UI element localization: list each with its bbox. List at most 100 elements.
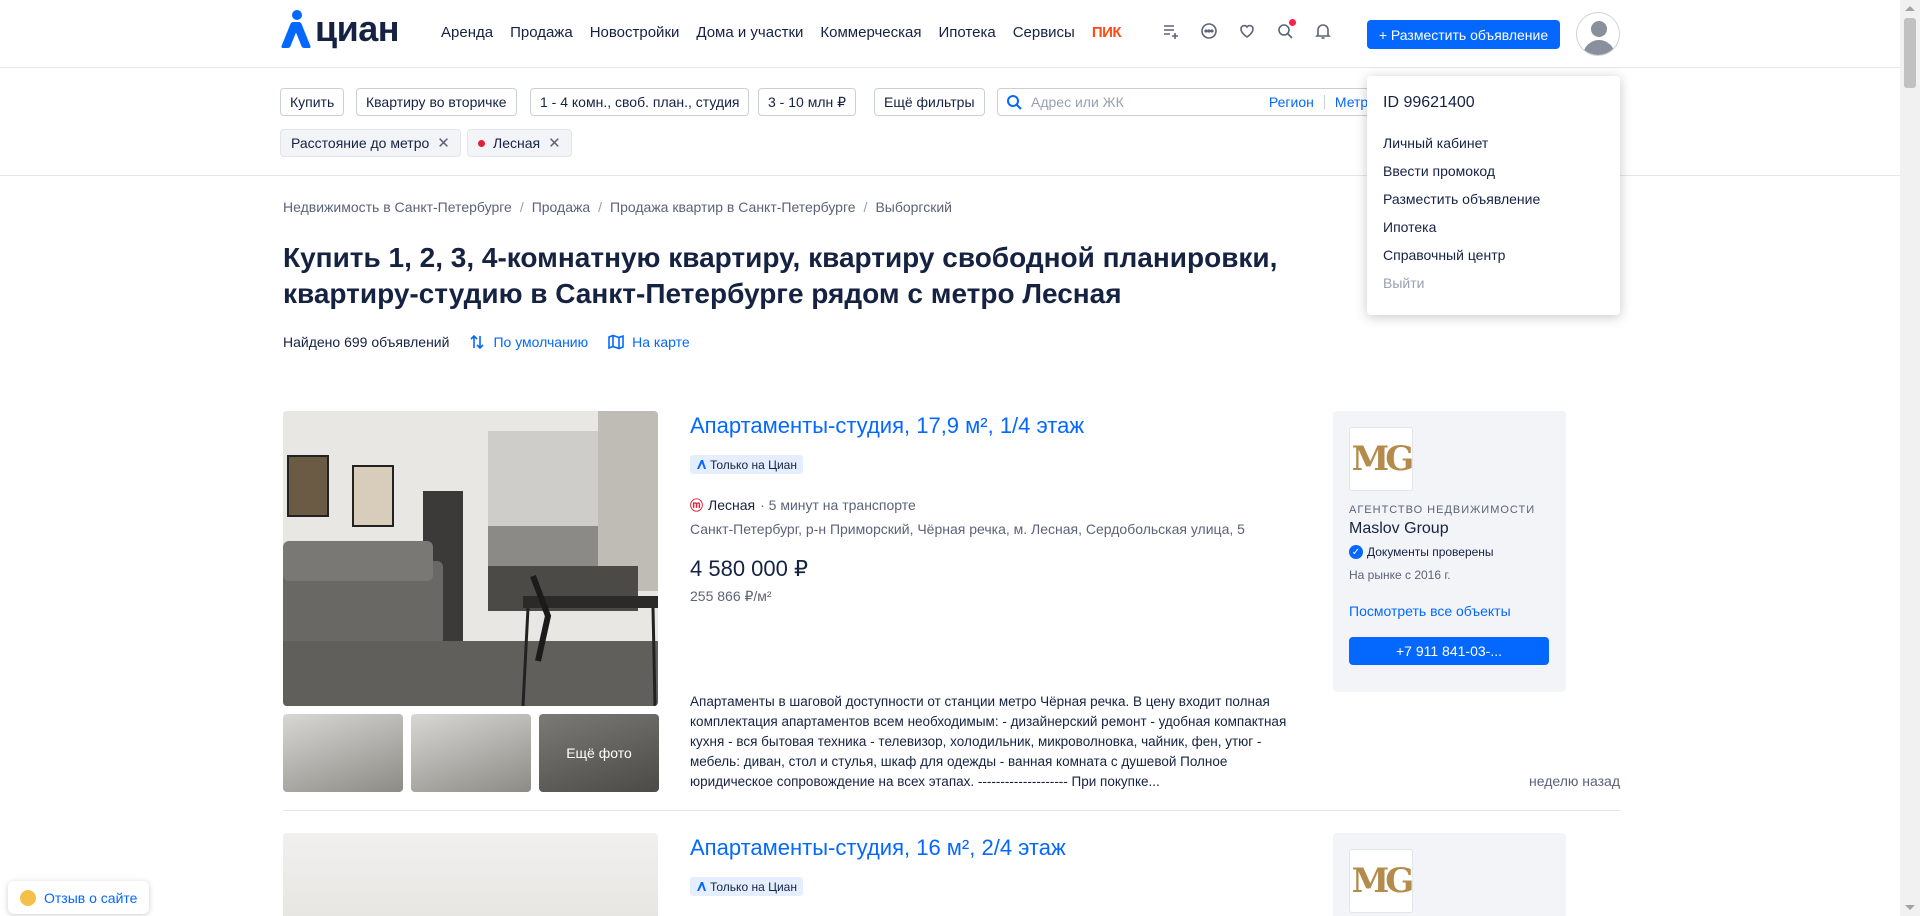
map-label: На карте	[632, 334, 690, 350]
listing-main-photo[interactable]	[283, 411, 658, 706]
metro-station[interactable]: Лесная	[708, 497, 755, 513]
listing-card[interactable]: Апартаменты-студия, 16 м², 2/4 этаж Толь…	[283, 833, 1620, 916]
agency-card: MG	[1333, 833, 1566, 916]
view-all-objects-link[interactable]: Посмотреть все объекты	[1349, 603, 1511, 619]
map-icon	[608, 334, 624, 350]
agency-logo[interactable]: MG	[1349, 849, 1414, 913]
breadcrumb-item[interactable]: Продажа квартир в Санкт-Петербурге	[610, 199, 856, 215]
close-icon[interactable]: ✕	[437, 134, 450, 152]
menu-item-help[interactable]: Справочный центр	[1383, 241, 1604, 269]
search-icon	[1007, 95, 1022, 110]
scroll-thumb[interactable]	[1904, 18, 1916, 88]
price-per-meter: 255 866 ₽/м²	[690, 588, 772, 604]
tag-label: Расстояние до метро	[291, 135, 430, 151]
saved-search-icon[interactable]	[1274, 19, 1296, 42]
photo-thumbnail[interactable]	[283, 714, 403, 792]
menu-item-logout[interactable]: Выйти	[1383, 269, 1604, 297]
filter-tag-metro-station: Лесная ✕	[467, 129, 572, 157]
breadcrumb-item[interactable]: Выборгский	[875, 199, 952, 215]
cian-logo[interactable]: циан	[280, 8, 400, 50]
nav-item-services[interactable]: Сервисы	[1013, 24, 1075, 41]
listing-main-photo[interactable]	[283, 833, 658, 916]
exclusive-badge: Только на Циан	[690, 877, 803, 896]
agency-card: MG АГЕНТСТВО НЕДВИЖИМОСТИ Maslov Group ✓…	[1333, 411, 1566, 692]
post-ad-button[interactable]: + Разместить объявление	[1367, 20, 1560, 49]
main-nav: Аренда Продажа Новостройки Дома и участк…	[441, 24, 1122, 41]
cian-logo-icon	[280, 10, 312, 48]
agency-since: На рынке с 2016 г.	[1349, 568, 1451, 582]
filter-price[interactable]: 3 - 10 млн ₽	[758, 88, 857, 116]
menu-item-promo[interactable]: Ввести промокод	[1383, 157, 1604, 185]
smile-icon	[20, 889, 36, 906]
filter-deal-type[interactable]: Купить	[280, 88, 345, 116]
listing-card[interactable]: Ещё фото Апартаменты-студия, 17,9 м², 1/…	[283, 411, 1620, 811]
breadcrumb-item[interactable]: Недвижимость в Санкт-Петербурге	[283, 199, 512, 215]
header-icons	[1160, 19, 1334, 42]
bell-icon[interactable]	[1312, 20, 1334, 42]
results-count: Найдено 699 объявлений	[283, 334, 450, 350]
nav-item-mortgage[interactable]: Ипотека	[938, 24, 995, 41]
verified-label: Документы проверены	[1367, 545, 1494, 559]
nav-item-new-buildings[interactable]: Новостройки	[590, 24, 680, 41]
show-phone-button[interactable]: +7 911 841-03-...	[1349, 637, 1549, 665]
listing-description: Апартаменты в шаговой доступности от ста…	[690, 694, 1287, 789]
metro-info: ⓜ Лесная · 5 минут на транспорте	[690, 495, 916, 514]
listing-title[interactable]: Апартаменты-студия, 17,9 м², 1/4 этаж	[690, 411, 1084, 441]
breadcrumb-item[interactable]: Продажа	[532, 199, 590, 215]
cian-badge-icon	[697, 882, 706, 891]
verified-badge: ✓ Документы проверены	[1349, 545, 1494, 559]
divider	[1323, 95, 1325, 109]
breadcrumb: Недвижимость в Санкт-Петербурге / Продажа…	[283, 199, 952, 215]
site-header: циан Аренда Продажа Новостройки Дома и у…	[0, 0, 1900, 68]
agency-logo[interactable]: MG	[1349, 427, 1414, 491]
metro-line-dot	[478, 139, 485, 147]
search-input[interactable]: Адрес или ЖК	[1031, 94, 1269, 110]
menu-item-post-ad[interactable]: Разместить объявление	[1383, 185, 1604, 213]
metro-time: · 5 минут на транспорте	[760, 496, 916, 513]
photo-thumbnails: Ещё фото	[283, 714, 659, 792]
map-button[interactable]: На карте	[608, 334, 690, 350]
sort-label: По умолчанию	[493, 334, 589, 350]
avatar[interactable]	[1576, 12, 1620, 56]
exclusive-badge: Только на Циан	[690, 455, 803, 474]
badge-label: Только на Циан	[710, 457, 797, 472]
notification-dot	[1289, 19, 1296, 26]
page-title: Купить 1, 2, 3, 4-комнатную квартиру, кв…	[283, 242, 1278, 309]
user-id: ID 99621400	[1383, 94, 1475, 111]
logo-text: циан	[315, 8, 400, 49]
sort-button[interactable]: По умолчанию	[469, 334, 588, 350]
listing-address: Санкт-Петербург, р-н Приморский, Чёрная …	[690, 521, 1245, 537]
filter-tag-metro-distance: Расстояние до метро ✕	[280, 129, 461, 157]
close-icon[interactable]: ✕	[548, 134, 561, 152]
feedback-button[interactable]: Отзыв о сайте	[8, 881, 150, 914]
menu-item-mortgage[interactable]: Ипотека	[1383, 213, 1604, 241]
region-link[interactable]: Регион	[1269, 94, 1314, 110]
more-photos-button[interactable]: Ещё фото	[539, 714, 659, 792]
results-toolbar: Найдено 699 объявлений По умолчанию На к…	[283, 334, 690, 350]
agency-type: АГЕНТСТВО НЕДВИЖИМОСТИ	[1349, 504, 1536, 516]
verified-icon: ✓	[1349, 545, 1363, 559]
scroll-up-icon[interactable]	[1905, 6, 1915, 11]
chat-icon[interactable]	[1198, 20, 1220, 42]
search-field[interactable]: Адрес или ЖК Регион Метро	[997, 88, 1377, 116]
tag-label: Лесная	[493, 135, 541, 151]
nav-item-houses[interactable]: Дома и участки	[696, 24, 803, 41]
sort-icon	[470, 334, 485, 350]
page-scrollbar[interactable]	[1900, 0, 1920, 916]
menu-item-account[interactable]: Личный кабинет	[1383, 129, 1604, 157]
nav-item-sale[interactable]: Продажа	[510, 24, 573, 41]
agency-name[interactable]: Maslov Group	[1349, 520, 1449, 538]
scroll-down-icon[interactable]	[1905, 905, 1915, 910]
nav-item-pik[interactable]: ПИК	[1092, 24, 1122, 41]
nav-item-commercial[interactable]: Коммерческая	[820, 24, 921, 41]
more-filters-button[interactable]: Ещё фильтры	[874, 88, 985, 116]
photo-thumbnail[interactable]	[411, 714, 531, 792]
filter-object-type[interactable]: Квартиру во вторичке	[356, 88, 517, 116]
compare-list-icon[interactable]	[1160, 20, 1182, 42]
heart-icon[interactable]	[1236, 20, 1258, 42]
badge-label: Только на Циан	[710, 879, 797, 894]
nav-item-rent[interactable]: Аренда	[441, 24, 493, 41]
listing-title[interactable]: Апартаменты-студия, 16 м², 2/4 этаж	[690, 833, 1066, 863]
filter-rooms[interactable]: 1 - 4 комн., своб. план., студия	[530, 88, 750, 116]
cian-badge-icon	[697, 460, 706, 469]
